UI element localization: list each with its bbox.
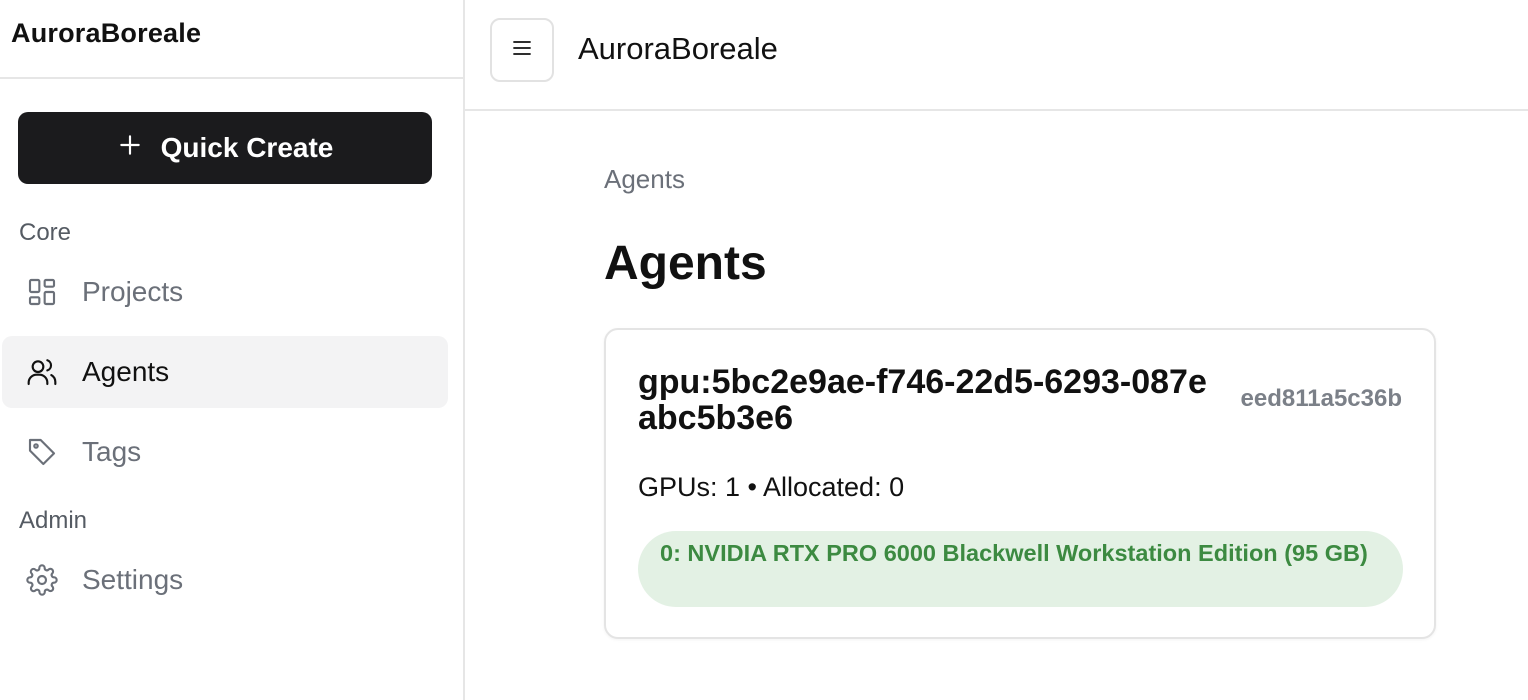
quick-create-label: Quick Create [160, 132, 334, 163]
sidebar-brand: AuroraBoreale [0, 0, 463, 79]
sidebar-item-label: Projects [82, 276, 184, 307]
agent-card[interactable]: gpu:5bc2e9ae-f746-22d5-6293-087eabc5b3e6… [604, 328, 1436, 639]
sidebar-item-label: Settings [82, 564, 184, 595]
app-title: AuroraBoreale [578, 31, 778, 66]
users-icon [26, 356, 58, 388]
sidebar-item-tags[interactable]: Tags [2, 416, 448, 488]
tag-icon [26, 436, 58, 468]
sidebar: AuroraBoreale Quick Create Core Projects [0, 0, 465, 700]
sidebar-item-label: Tags [82, 436, 142, 467]
sidebar-item-settings[interactable]: Settings [2, 544, 448, 616]
topbar: AuroraBoreale [465, 0, 1528, 111]
sidebar-item-projects[interactable]: Projects [2, 256, 448, 328]
sidebar-item-label: Agents [82, 356, 170, 387]
agent-id: eed811a5c36b [1240, 385, 1402, 412]
grid-icon [26, 276, 58, 308]
quick-create-button[interactable]: Quick Create [18, 112, 432, 184]
agent-stats: GPUs: 1 • Allocated: 0 [638, 472, 905, 502]
gear-icon [26, 564, 58, 596]
page-title: Agents [604, 237, 767, 290]
breadcrumb[interactable]: Agents [604, 164, 685, 195]
agent-name: gpu:5bc2e9ae-f746-22d5-6293-087eabc5b3e6 [638, 363, 1207, 437]
sidebar-item-agents[interactable]: Agents [2, 336, 448, 408]
section-label-core: Core [19, 219, 72, 246]
gpu-badge: 0: NVIDIA RTX PRO 6000 Blackwell Worksta… [638, 531, 1403, 607]
menu-toggle-button[interactable] [490, 18, 554, 82]
section-label-admin: Admin [19, 507, 88, 534]
main-content: AuroraBoreale Agents Agents gpu:5bc2e9ae… [465, 0, 1528, 700]
hamburger-icon [510, 36, 534, 65]
plus-icon [117, 132, 143, 165]
app: AuroraBoreale Quick Create Core Projects [0, 0, 1528, 700]
